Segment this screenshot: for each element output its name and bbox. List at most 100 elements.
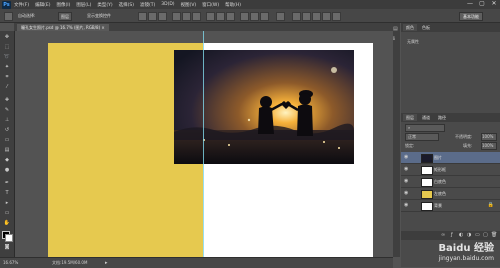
- layer-row-background[interactable]: ◉ 背景 🔒: [401, 200, 500, 212]
- 3d-pan-icon[interactable]: [322, 12, 331, 21]
- move-tool-icon[interactable]: [4, 12, 13, 21]
- tab-swatches[interactable]: 色板: [419, 24, 433, 31]
- new-layer-icon[interactable]: ▢: [483, 232, 488, 238]
- eraser-tool-icon[interactable]: ▭: [3, 137, 11, 144]
- menu-image[interactable]: 图像(I): [56, 2, 70, 8]
- menu-type[interactable]: 类型(Y): [97, 2, 112, 8]
- opacity-field[interactable]: 100%: [481, 133, 497, 141]
- tab-color[interactable]: 颜色: [403, 24, 417, 31]
- distribute-bottom-icon[interactable]: [226, 12, 235, 21]
- auto-align-icon[interactable]: [276, 12, 285, 21]
- distribute-left-icon[interactable]: [240, 12, 249, 21]
- type-tool-icon[interactable]: T: [3, 190, 11, 197]
- menu-layer[interactable]: 图层(L): [76, 2, 91, 8]
- align-center-icon[interactable]: [182, 12, 191, 21]
- history-brush-tool-icon[interactable]: ↺: [3, 127, 11, 134]
- blur-tool-icon[interactable]: ◆: [3, 157, 11, 164]
- tab-channels[interactable]: 通道: [419, 114, 433, 121]
- 3d-rotate-icon[interactable]: [302, 12, 311, 21]
- folder-icon[interactable]: ▭: [475, 232, 480, 238]
- menu-view[interactable]: 视图(V): [181, 2, 197, 8]
- vertical-guide-line[interactable]: [203, 31, 204, 257]
- healing-brush-tool-icon[interactable]: ✚: [3, 97, 11, 104]
- menu-filter[interactable]: 滤镜(T): [140, 2, 155, 8]
- close-icon[interactable]: ✕: [491, 1, 497, 7]
- document-tab[interactable]: 瞳孔女生照片.psd @ 16.7% (图片, RGB/8) ×: [17, 24, 109, 31]
- align-top-icon[interactable]: [138, 12, 147, 21]
- panel-icon-strip: ▤ ℹ: [393, 23, 400, 257]
- hand-tool-icon[interactable]: ✋: [3, 220, 11, 227]
- 3d-roll-icon[interactable]: [312, 12, 321, 21]
- align-right-icon[interactable]: [192, 12, 201, 21]
- dodge-tool-icon[interactable]: ●: [3, 167, 11, 174]
- lock-icon: 🔒: [487, 202, 494, 208]
- document-canvas[interactable]: [48, 43, 373, 257]
- status-arrow-icon[interactable]: ▸: [105, 260, 108, 266]
- eye-icon[interactable]: ◉: [404, 155, 410, 160]
- eye-icon[interactable]: ◉: [404, 191, 410, 196]
- fx-icon[interactable]: ƒ: [451, 232, 453, 238]
- tab-layers[interactable]: 图层: [403, 114, 417, 121]
- background-color-swatch[interactable]: [5, 234, 13, 242]
- gradient-tool-icon[interactable]: ▤: [3, 147, 11, 154]
- fill-field[interactable]: 100%: [481, 142, 497, 150]
- tab-paths[interactable]: 路径: [435, 114, 449, 121]
- layer-thumbnail: [421, 166, 433, 175]
- blend-mode-dropdown[interactable]: 正常: [405, 133, 439, 141]
- link-layers-icon[interactable]: ∞: [441, 232, 445, 238]
- properties-panel-icon[interactable]: ℹ: [393, 36, 399, 42]
- eye-icon[interactable]: ◉: [404, 167, 410, 172]
- shape-tool-icon[interactable]: ▭: [3, 210, 11, 217]
- crop-tool-icon[interactable]: ⌗: [3, 74, 11, 81]
- move-tool-icon[interactable]: ✥: [3, 34, 11, 41]
- path-selection-tool-icon[interactable]: ▸: [3, 200, 11, 207]
- pen-tool-icon[interactable]: ✒: [3, 180, 11, 187]
- distribute-middle-icon[interactable]: [216, 12, 225, 21]
- magic-wand-tool-icon[interactable]: ✦: [3, 64, 11, 71]
- minimize-icon[interactable]: —: [467, 1, 473, 7]
- layer-thumbnail: [421, 202, 433, 211]
- layer-row-white-bg[interactable]: ◉ 白底色: [401, 176, 500, 188]
- layers-tab-bar: 图层 通道 路径: [401, 113, 500, 122]
- history-panel-icon[interactable]: ▤: [393, 26, 399, 32]
- 3d-slide-icon[interactable]: [332, 12, 341, 21]
- workspace-dropdown[interactable]: 基本功能: [459, 12, 483, 21]
- menu-3d[interactable]: 3D(D): [161, 2, 174, 7]
- align-middle-icon[interactable]: [148, 12, 157, 21]
- distribute-top-icon[interactable]: [206, 12, 215, 21]
- menu-edit[interactable]: 编辑(E): [35, 2, 50, 8]
- clone-stamp-tool-icon[interactable]: ⊥: [3, 117, 11, 124]
- zoom-level[interactable]: 16.67%: [3, 260, 18, 265]
- marquee-tool-icon[interactable]: ⬚: [3, 44, 11, 51]
- layer-row-image[interactable]: ◉ 图片: [401, 152, 500, 164]
- auto-select-dropdown[interactable]: 图层: [58, 12, 72, 21]
- photo-layer[interactable]: [174, 50, 354, 164]
- 3d-mode-icon[interactable]: [292, 12, 301, 21]
- layer-thumbnail: [421, 190, 433, 199]
- menu-window[interactable]: 窗口(W): [202, 2, 219, 8]
- menu-help[interactable]: 帮助(H): [225, 2, 241, 8]
- brush-tool-icon[interactable]: ✎: [3, 107, 11, 114]
- align-bottom-icon[interactable]: [158, 12, 167, 21]
- show-transform-checkbox[interactable]: 显示变换控件: [85, 12, 113, 19]
- trash-icon[interactable]: 🗑: [491, 232, 497, 238]
- menu-file[interactable]: 文件(F): [14, 2, 29, 8]
- distribute-center-icon[interactable]: [250, 12, 259, 21]
- maximize-icon[interactable]: ▢: [479, 1, 485, 7]
- menu-select[interactable]: 选择(S): [119, 2, 134, 8]
- align-left-icon[interactable]: [172, 12, 181, 21]
- eyedropper-tool-icon[interactable]: ⁄: [3, 84, 11, 91]
- eye-icon[interactable]: ◉: [404, 179, 410, 184]
- eye-icon[interactable]: ◉: [404, 203, 410, 208]
- layer-row-rect-frame[interactable]: ◉ 矩形框: [401, 164, 500, 176]
- quick-mask-icon[interactable]: ◙: [3, 244, 11, 251]
- adjustment-icon[interactable]: ◑: [467, 232, 471, 238]
- mask-icon[interactable]: ◐: [459, 232, 463, 238]
- layer-filter-dropdown[interactable]: ⌕: [405, 124, 445, 132]
- auto-select-checkbox[interactable]: 自动选择:: [16, 12, 37, 19]
- canvas-area[interactable]: [15, 31, 393, 257]
- layer-name: 图片: [434, 155, 442, 160]
- lasso-tool-icon[interactable]: ➰: [3, 54, 11, 61]
- distribute-right-icon[interactable]: [260, 12, 269, 21]
- layer-row-left-bg[interactable]: ◉ 左底色: [401, 188, 500, 200]
